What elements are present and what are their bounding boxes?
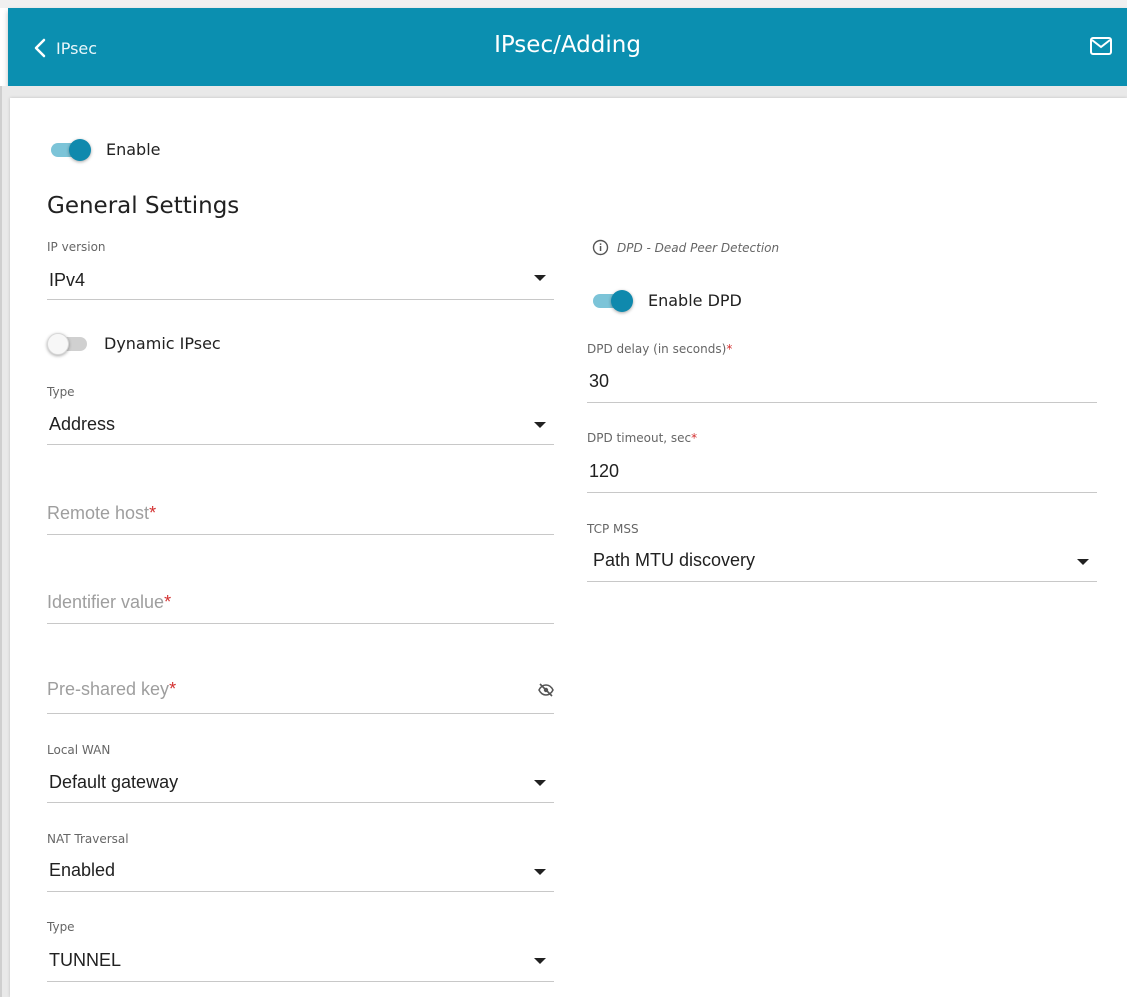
tcp-mss-select[interactable]: TCP MSS Path MTU discovery <box>587 522 1097 582</box>
dpd-delay-value: 30 <box>589 371 610 391</box>
dpd-timeout-label-text: DPD timeout, sec <box>587 431 692 445</box>
mail-icon <box>1090 37 1112 55</box>
caret-down-icon <box>534 958 546 964</box>
pre-shared-key-placeholder-text: Pre-shared key <box>47 679 170 699</box>
field-underline <box>587 581 1097 582</box>
field-underline <box>587 492 1097 493</box>
identifier-value-placeholder: Identifier value* <box>47 592 171 613</box>
dpd-info-note: DPD - Dead Peer Detection <box>592 239 779 256</box>
type-label: Type <box>47 385 75 399</box>
remote-host-placeholder: Remote host* <box>47 503 156 524</box>
nat-traversal-select[interactable]: NAT Traversal Enabled <box>47 832 554 892</box>
dpd-note-text: DPD - Dead Peer Detection <box>617 240 780 255</box>
enable-toggle[interactable]: Enable <box>51 138 161 161</box>
nat-traversal-label: NAT Traversal <box>47 832 129 846</box>
enable-label: Enable <box>106 140 161 159</box>
mode-type-value: TUNNEL <box>49 950 122 970</box>
mode-type-select[interactable]: Type TUNNEL <box>47 920 554 982</box>
type-value: Address <box>49 414 116 434</box>
dynamic-ipsec-label: Dynamic IPsec <box>104 334 221 353</box>
ip-version-label: IP version <box>47 240 106 254</box>
field-underline <box>47 981 554 982</box>
enable-dpd-toggle[interactable]: Enable DPD <box>593 289 742 312</box>
ip-version-select[interactable]: IP version IPv4 <box>47 240 554 300</box>
dpd-delay-input[interactable]: DPD delay (in seconds)* 30 <box>587 342 1097 404</box>
local-wan-value: Default gateway <box>49 772 179 792</box>
page-title: IPsec/Adding <box>494 32 641 58</box>
dpd-timeout-value: 120 <box>589 461 620 481</box>
pre-shared-key-input[interactable]: Pre-shared key* <box>47 679 554 714</box>
required-mark: * <box>691 431 698 445</box>
ip-version-value: IPv4 <box>49 270 86 290</box>
eye-off-icon[interactable] <box>538 683 554 697</box>
required-mark: * <box>169 679 177 699</box>
remote-host-input[interactable]: Remote host* <box>47 503 554 535</box>
field-underline <box>47 299 554 300</box>
identifier-value-placeholder-text: Identifier value <box>47 592 165 612</box>
toggle-track <box>51 138 91 161</box>
caret-down-icon <box>1077 559 1089 565</box>
field-underline <box>587 402 1097 403</box>
type-select[interactable]: Type Address <box>47 385 554 445</box>
caret-down-icon <box>534 422 546 428</box>
field-underline <box>47 802 554 803</box>
field-underline <box>47 444 554 445</box>
tcp-mss-label: TCP MSS <box>587 522 639 536</box>
toggle-knob <box>611 289 633 312</box>
identifier-value-input[interactable]: Identifier value* <box>47 592 554 624</box>
local-wan-select[interactable]: Local WAN Default gateway <box>47 743 554 803</box>
dynamic-ipsec-toggle[interactable]: Dynamic IPsec <box>47 332 221 355</box>
field-underline <box>47 891 554 892</box>
caret-down-icon <box>534 780 546 786</box>
local-wan-label: Local WAN <box>47 743 111 757</box>
enable-dpd-label: Enable DPD <box>648 291 742 310</box>
toggle-knob <box>47 332 69 355</box>
mode-type-label: Type <box>47 920 75 934</box>
mail-button[interactable] <box>1089 36 1113 58</box>
toggle-knob <box>69 138 91 161</box>
required-mark: * <box>164 592 172 612</box>
nat-traversal-value: Enabled <box>49 860 116 880</box>
caret-down-icon <box>534 869 546 875</box>
field-underline <box>47 713 554 714</box>
info-icon <box>592 239 609 256</box>
remote-host-placeholder-text: Remote host <box>47 503 150 523</box>
section-title-general-settings: General Settings <box>47 193 240 219</box>
dpd-timeout-label: DPD timeout, sec* <box>587 431 697 445</box>
caret-down-icon <box>534 275 546 281</box>
dpd-delay-label-text: DPD delay (in seconds) <box>587 342 727 356</box>
window-top-edge <box>0 0 1127 8</box>
tcp-mss-value: Path MTU discovery <box>593 550 756 570</box>
toggle-track <box>47 332 87 355</box>
left-edge <box>0 86 2 997</box>
field-underline <box>47 623 554 624</box>
app-header: IPsec IPsec/Adding <box>8 8 1127 86</box>
dpd-delay-label: DPD delay (in seconds)* <box>587 342 732 356</box>
required-mark: * <box>726 342 733 356</box>
pre-shared-key-placeholder: Pre-shared key* <box>47 679 176 700</box>
toggle-track <box>593 289 633 312</box>
required-mark: * <box>149 503 157 523</box>
field-underline <box>47 534 554 535</box>
dpd-timeout-input[interactable]: DPD timeout, sec* 120 <box>587 431 1097 493</box>
